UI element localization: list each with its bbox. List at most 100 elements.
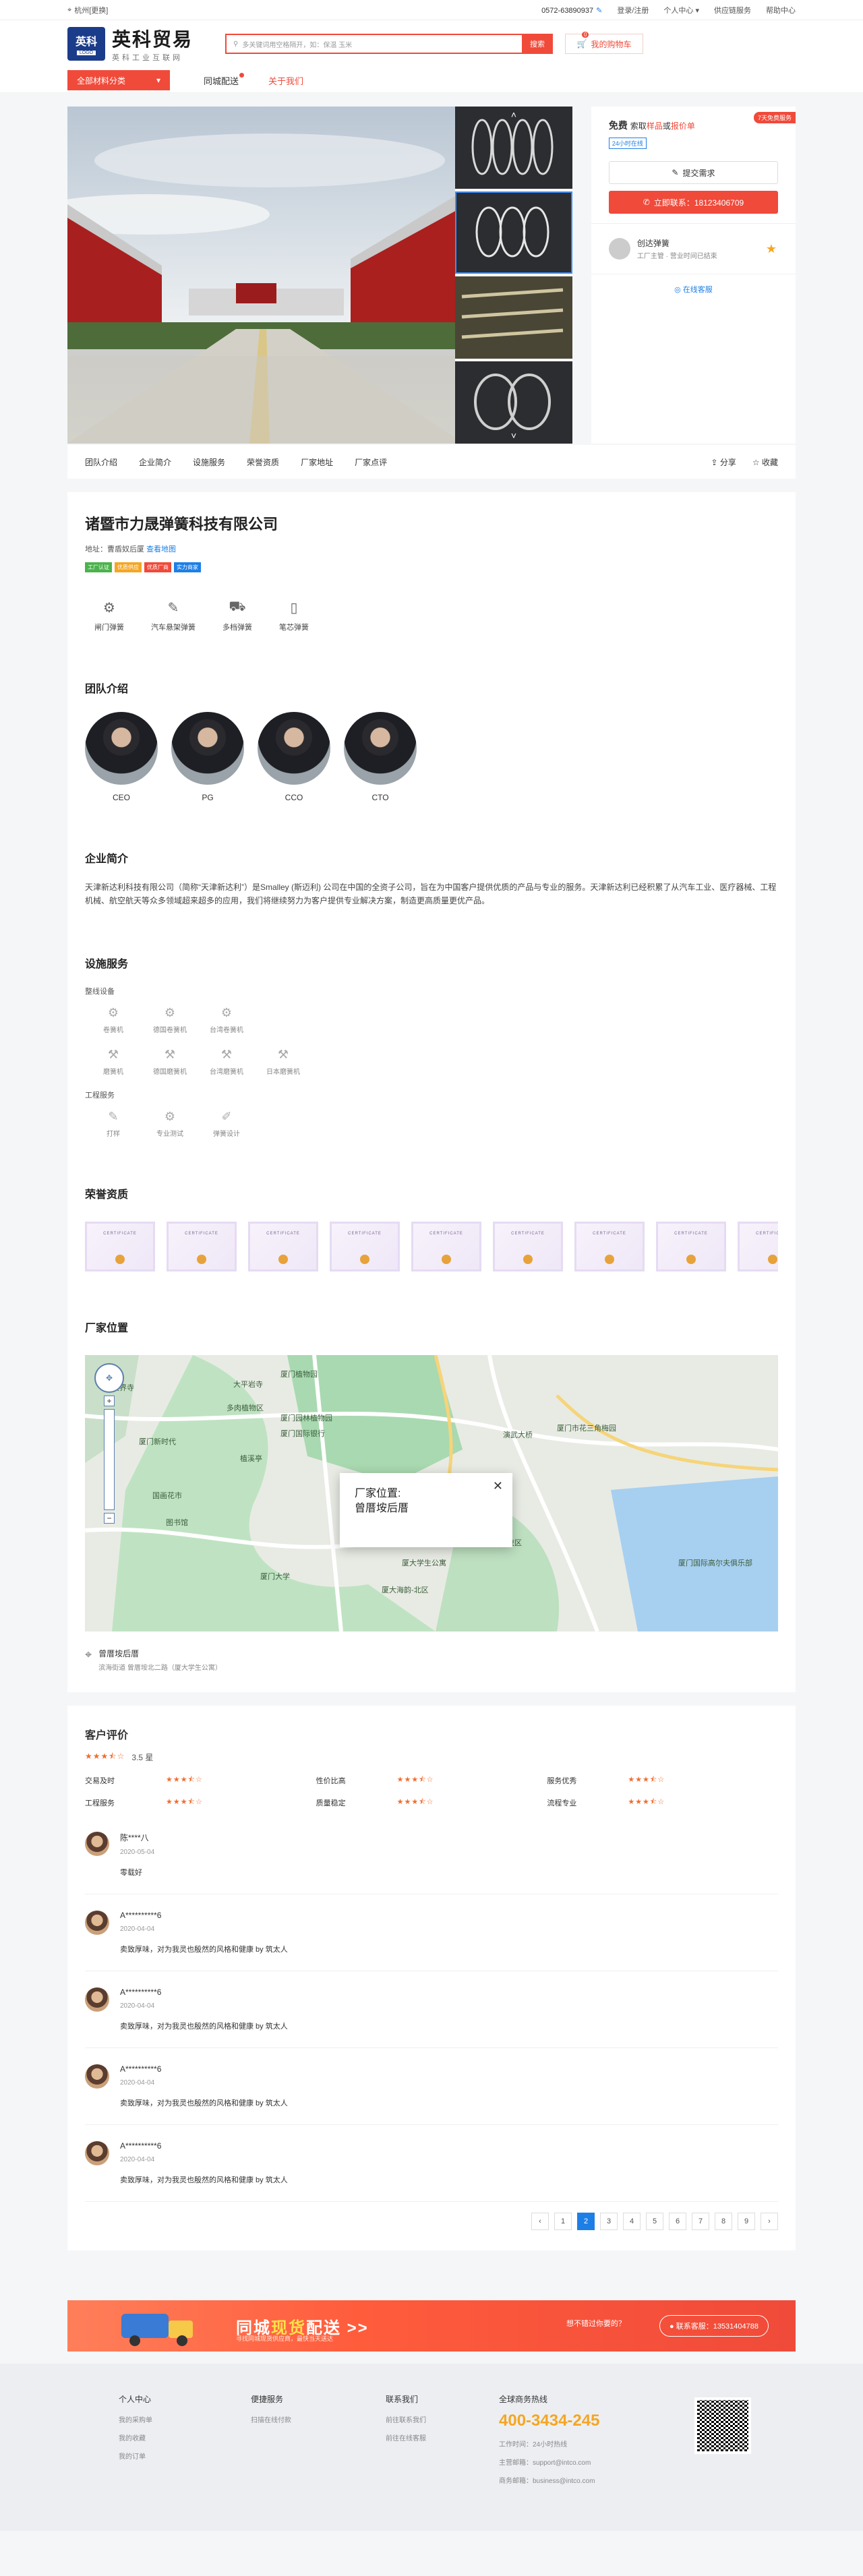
product-item[interactable]: ⛟ 多档弹簧	[222, 599, 252, 632]
review-item: A**********6 2020-04-04 卖致厚味，对为我灵也殷然的风格和健康…	[85, 2048, 778, 2125]
review-text: 卖致厚味，对为我灵也殷然的风格和健康 by 筑太人	[120, 2099, 288, 2107]
zoom-slider[interactable]	[104, 1409, 115, 1510]
certificate-image[interactable]: CERTIFICATE	[574, 1222, 645, 1271]
team-member[interactable]: CTO	[344, 712, 417, 802]
page-button[interactable]: 7	[692, 2213, 709, 2230]
star-badge-icon: ★	[765, 241, 777, 256]
banner-middle-text: 想不错过你要的？	[566, 2320, 626, 2328]
inquiry-title: 免费 索取样品或报价单	[608, 120, 695, 131]
team-list: CEO PG CCO CTO	[85, 712, 778, 802]
qr-code	[694, 2397, 751, 2454]
search-input[interactable]: ⚲ 多关键词用空格隔开，如：保温 玉米	[225, 34, 523, 54]
tab-honor[interactable]: 荣誉资质	[247, 456, 279, 468]
search-bar: ⚲ 多关键词用空格隔开，如：保温 玉米 搜索	[225, 34, 554, 54]
page-button[interactable]: 9	[738, 2213, 755, 2230]
map-place-label: 厦大海韵-北区	[382, 1586, 429, 1594]
page-button[interactable]: 2	[577, 2213, 595, 2230]
certificate-image[interactable]: CERTIFICATE	[85, 1222, 155, 1271]
rating-stars: ★★★⯪☆	[628, 1776, 665, 1784]
page-button[interactable]: 4	[623, 2213, 641, 2230]
reviewer-name: A**********6	[120, 2141, 162, 2151]
certificate-image[interactable]: CERTIFICATE	[656, 1222, 726, 1271]
chevron-down-icon[interactable]: ˅	[511, 430, 516, 441]
cart-button[interactable]: 🛒 0 我的购物车	[565, 32, 644, 54]
nav-item-local-delivery[interactable]: 同城配送	[204, 72, 245, 87]
tab-intro[interactable]: 企业简介	[139, 456, 171, 468]
certificate-image[interactable]: CERTIFICATE	[248, 1222, 318, 1271]
zoom-out-button[interactable]: −	[104, 1513, 115, 1524]
pan-control[interactable]: ✥	[94, 1363, 124, 1393]
certificate-image[interactable]: CERTIFICATE	[493, 1222, 563, 1271]
company-tags: 工厂认证 优质供应 优质厂商 实力商家	[85, 562, 778, 572]
equipment-grid: ⚙ 卷簧机 ⚙ 德国卷簧机 ⚙ 台湾卷簧机 ⚒ 磨簧机 ⚒ 德国磨簧机 ⚒ 台湾磨簧机 ⚒ 日本磨簧机	[85, 1006, 368, 1089]
zoom-in-button[interactable]: +	[104, 1396, 115, 1406]
footer-link[interactable]: 我的收藏	[119, 2432, 202, 2443]
footer-link[interactable]: 前往在线客服	[386, 2432, 472, 2443]
certificate-image[interactable]: CERTIFICATE	[738, 1222, 778, 1271]
product-item[interactable]: ▯ 笔芯弹簧	[279, 599, 309, 632]
page-button[interactable]: 5	[646, 2213, 663, 2230]
team-member[interactable]: PG	[171, 712, 244, 802]
product-item[interactable]: ✎ 汽车悬架弹簧	[151, 599, 196, 632]
footer-link[interactable]: 前往联系我们	[386, 2414, 472, 2424]
location-selector[interactable]: ⌖ 杭州[更换]	[67, 5, 108, 16]
top-bar: ⌖ 杭州[更换] 0572-63890937 ✎ 登录/注册 个人中心 ▾ 供应链…	[0, 0, 863, 20]
nav-item-about[interactable]: 关于我们	[268, 74, 303, 87]
banner-contact-button[interactable]: ● 联系客服：13531404788	[659, 2315, 769, 2337]
search-button[interactable]: 搜索	[522, 34, 554, 54]
category-menu-button[interactable]: 全部材料分类 ▾	[67, 70, 170, 90]
footer-link[interactable]: 扫描在线付款	[251, 2414, 337, 2424]
page-button[interactable]: ›	[761, 2213, 778, 2230]
page-button[interactable]: 6	[669, 2213, 686, 2230]
certificate-image[interactable]: CERTIFICATE	[330, 1222, 400, 1271]
page-button[interactable]: 1	[554, 2213, 572, 2230]
certificate-image[interactable]: CERTIFICATE	[167, 1222, 237, 1271]
review-text: 零载好	[120, 1869, 142, 1877]
rating-stars: ★★★⯪☆	[628, 1798, 665, 1806]
favorite-button[interactable]: ☆ 收藏	[752, 456, 778, 468]
edit-icon[interactable]: ✎	[596, 7, 602, 15]
footer-link[interactable]: 我的采购单	[119, 2414, 202, 2424]
pen-icon: ✎	[167, 601, 179, 616]
rating-metric: 质量稳定 ★★★⯪☆	[316, 1796, 547, 1809]
page-button[interactable]: 3	[600, 2213, 618, 2230]
certificate-heading: CERTIFICATE	[348, 1232, 382, 1236]
header: 英科 LOGO 英科贸易 英科工业互联网 ⚲ 多关键词用空格隔开，如：保温 玉米 …	[0, 20, 863, 67]
page-button[interactable]: ‹	[531, 2213, 549, 2230]
map-place-label: 厦大学生公寓	[402, 1559, 446, 1567]
share-button[interactable]: ⇪ 分享	[711, 456, 736, 468]
factory-map[interactable]: 天界寺 大平岩寺 厦门植物园 多肉植物区 厦门园林植物园 厦门国际银行 厦门新时代 植溪亭 国画…	[85, 1355, 778, 1631]
logo[interactable]: 英科 LOGO 英科贸易 英科工业互联网	[67, 25, 193, 63]
call-button[interactable]: ✆ 立即联系：18123406709	[608, 191, 778, 214]
promo-banner[interactable]: 同城现货配送 >> 寻找同城现货供应商，最快当天送达 想不错过你要的？ ● 联系…	[67, 2300, 796, 2352]
edit-icon: ✎	[672, 168, 679, 177]
footer-column: 个人中心我的采购单我的收藏我的订单	[67, 2393, 202, 2493]
thumbnail[interactable]	[454, 191, 572, 274]
submit-demand-button[interactable]: ✎ 提交需求	[608, 161, 778, 184]
thumbnail[interactable]	[454, 276, 572, 359]
rating-stars: ★★★⯪☆	[166, 1798, 203, 1806]
hotline-number: 400-3434-245	[499, 2412, 600, 2430]
user-center-link[interactable]: 个人中心 ▾	[663, 5, 699, 16]
tab-address[interactable]: 厂家地址	[301, 456, 333, 468]
help-center-link[interactable]: 帮助中心	[766, 5, 796, 16]
tab-reviews[interactable]: 厂家点评	[355, 456, 387, 468]
tab-facility[interactable]: 设施服务	[193, 456, 225, 468]
certificate-image[interactable]: CERTIFICATE	[411, 1222, 481, 1271]
supply-chain-link[interactable]: 供应链服务	[714, 5, 751, 16]
view-map-link[interactable]: 查看地图	[146, 545, 176, 553]
close-icon[interactable]: ✕	[493, 1478, 503, 1493]
page-button[interactable]: 8	[715, 2213, 732, 2230]
product-item[interactable]: ⚙ 闸门弹簧	[94, 599, 124, 632]
online-service-link[interactable]: ◎ 在线客服	[591, 274, 796, 304]
team-member[interactable]: CCO	[258, 712, 330, 802]
member-photo	[258, 712, 330, 785]
footer-column-title: 个人中心	[119, 2395, 152, 2404]
login-register-link[interactable]: 登录/注册	[617, 5, 649, 16]
team-member[interactable]: CEO	[85, 712, 158, 802]
tab-team[interactable]: 团队介绍	[85, 456, 117, 468]
chevron-up-icon[interactable]: ˄	[511, 109, 516, 120]
footer-link[interactable]: 我的订单	[119, 2451, 202, 2461]
company-address: 地址：曹盾奴后厦 查看地图	[85, 545, 177, 553]
pagination: ‹ 1 2 3 4 5 6 7 8 9 ›	[85, 2213, 778, 2230]
